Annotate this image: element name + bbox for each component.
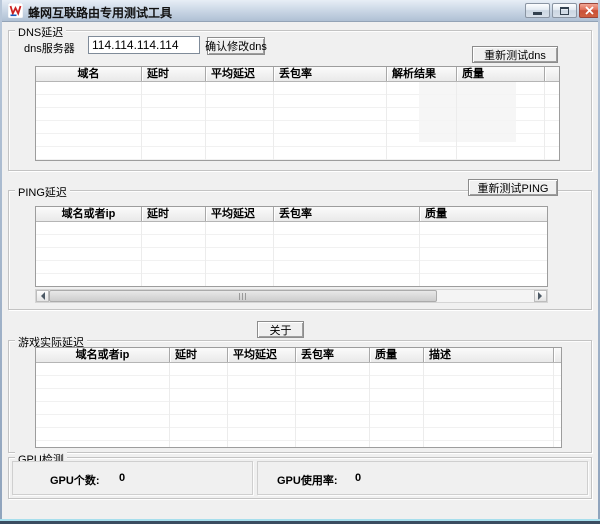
scrollbar-thumb[interactable]	[49, 290, 437, 302]
ping-col-quality[interactable]: 质量	[419, 207, 547, 221]
close-icon	[585, 6, 594, 15]
titlebar[interactable]: 蜂网互联路由专用测试工具	[2, 0, 598, 22]
minimize-icon	[533, 12, 542, 15]
ping-hscrollbar[interactable]	[35, 289, 548, 303]
gpu-usage-value: 0	[355, 472, 361, 484]
game-col-loss[interactable]: 丢包率	[295, 348, 369, 362]
window-border-left	[0, 0, 2, 524]
scrollbar-grip-icon	[239, 293, 248, 300]
about-button[interactable]: 关于	[257, 321, 304, 338]
dns-col-result[interactable]: 解析结果	[386, 67, 456, 81]
maximize-button[interactable]	[552, 3, 577, 18]
dns-col-filler	[544, 67, 559, 81]
gpu-usage-label: GPU使用率:	[277, 472, 338, 488]
scroll-left-button[interactable]	[36, 290, 49, 302]
dns-col-loss[interactable]: 丢包率	[273, 67, 386, 81]
dns-col-quality[interactable]: 质量	[456, 67, 544, 81]
game-col-host[interactable]: 域名或者ip	[36, 348, 169, 362]
scroll-right-icon	[538, 292, 546, 300]
ping-col-loss[interactable]: 丢包率	[273, 207, 419, 221]
dns-table-body[interactable]	[36, 82, 559, 160]
minimize-button[interactable]	[525, 3, 550, 18]
app-icon	[8, 3, 23, 18]
game-table-body[interactable]	[36, 363, 561, 447]
scroll-right-button[interactable]	[534, 290, 547, 302]
dns-table-header: 域名 延时 平均延迟 丢包率 解析结果 质量	[36, 67, 559, 82]
gpu-count-value: 0	[119, 472, 125, 484]
scrollbar-track[interactable]	[49, 290, 534, 302]
retest-dns-button[interactable]: 重新测试dns	[472, 46, 558, 63]
ping-table: 域名或者ip 延时 平均延迟 丢包率 质量	[35, 206, 548, 287]
gpu-count-label: GPU个数:	[50, 472, 100, 488]
maximize-icon	[560, 7, 569, 15]
ping-table-body[interactable]	[36, 222, 547, 286]
ping-group-label: PING延迟	[15, 184, 70, 200]
game-table: 域名或者ip 延时 平均延迟 丢包率 质量 描述	[35, 347, 562, 448]
ping-table-header: 域名或者ip 延时 平均延迟 丢包率 质量	[36, 207, 547, 222]
dns-table: 域名 延时 平均延迟 丢包率 解析结果 质量	[35, 66, 560, 161]
dns-body-shade	[419, 82, 516, 142]
confirm-dns-button[interactable]: 确认修改dns	[207, 37, 265, 55]
game-col-avg-delay[interactable]: 平均延迟	[227, 348, 295, 362]
scroll-left-icon	[37, 292, 45, 300]
dns-group-label: DNS延迟	[15, 24, 66, 40]
ping-col-avg-delay[interactable]: 平均延迟	[205, 207, 273, 221]
window-title: 蜂网互联路由专用测试工具	[28, 4, 172, 21]
dns-server-label: dns服务器	[24, 40, 75, 56]
ping-col-delay[interactable]: 延时	[141, 207, 205, 221]
app-window: 蜂网互联路由专用测试工具 DNS延迟 dns服务器 确认修改dns 重新测试dn…	[0, 0, 600, 524]
gpu-count-panel	[12, 461, 253, 495]
dns-col-domain[interactable]: 域名	[36, 67, 141, 81]
game-col-filler	[553, 348, 561, 362]
window-border-bottom	[0, 519, 600, 524]
dns-col-delay[interactable]: 延时	[141, 67, 205, 81]
game-col-delay[interactable]: 延时	[169, 348, 227, 362]
game-col-quality[interactable]: 质量	[369, 348, 423, 362]
close-button[interactable]	[579, 3, 599, 18]
dns-col-avg-delay[interactable]: 平均延迟	[205, 67, 273, 81]
game-col-desc[interactable]: 描述	[423, 348, 553, 362]
ping-col-host[interactable]: 域名或者ip	[36, 207, 141, 221]
dns-server-input[interactable]	[88, 36, 200, 54]
game-table-header: 域名或者ip 延时 平均延迟 丢包率 质量 描述	[36, 348, 561, 363]
retest-ping-button[interactable]: 重新测试PING	[468, 179, 558, 196]
